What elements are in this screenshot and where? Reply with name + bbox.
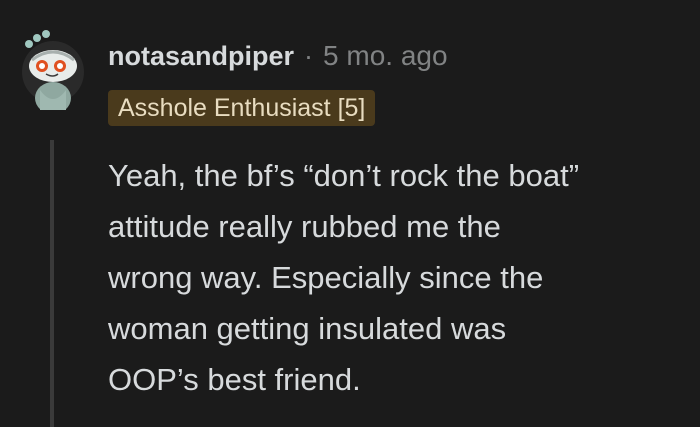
meta-separator: · (304, 41, 314, 71)
snoo-avatar-icon (22, 30, 84, 114)
comment-thread-line[interactable] (50, 140, 54, 427)
comment-body-line: OOP’s best friend. (108, 362, 361, 397)
user-flair-badge: Asshole Enthusiast [5] (108, 90, 376, 126)
username-link[interactable]: notasandpiper (108, 41, 294, 72)
comment-body-line: attitude really rubbed me the (108, 209, 501, 244)
comment-body: Yeah, the bf’s “don’t rock the boat” att… (108, 150, 678, 405)
timestamp-link[interactable]: 5 mo. ago (323, 40, 448, 72)
comment-body-line: Yeah, the bf’s “don’t rock the boat” (108, 158, 580, 193)
comment-body-line: wrong way. Especially since the (108, 260, 544, 295)
comment-body-line: woman getting insulated was (108, 311, 507, 346)
avatar[interactable] (20, 30, 86, 114)
comment-meta: notasandpiper · 5 mo. ago (108, 40, 448, 72)
